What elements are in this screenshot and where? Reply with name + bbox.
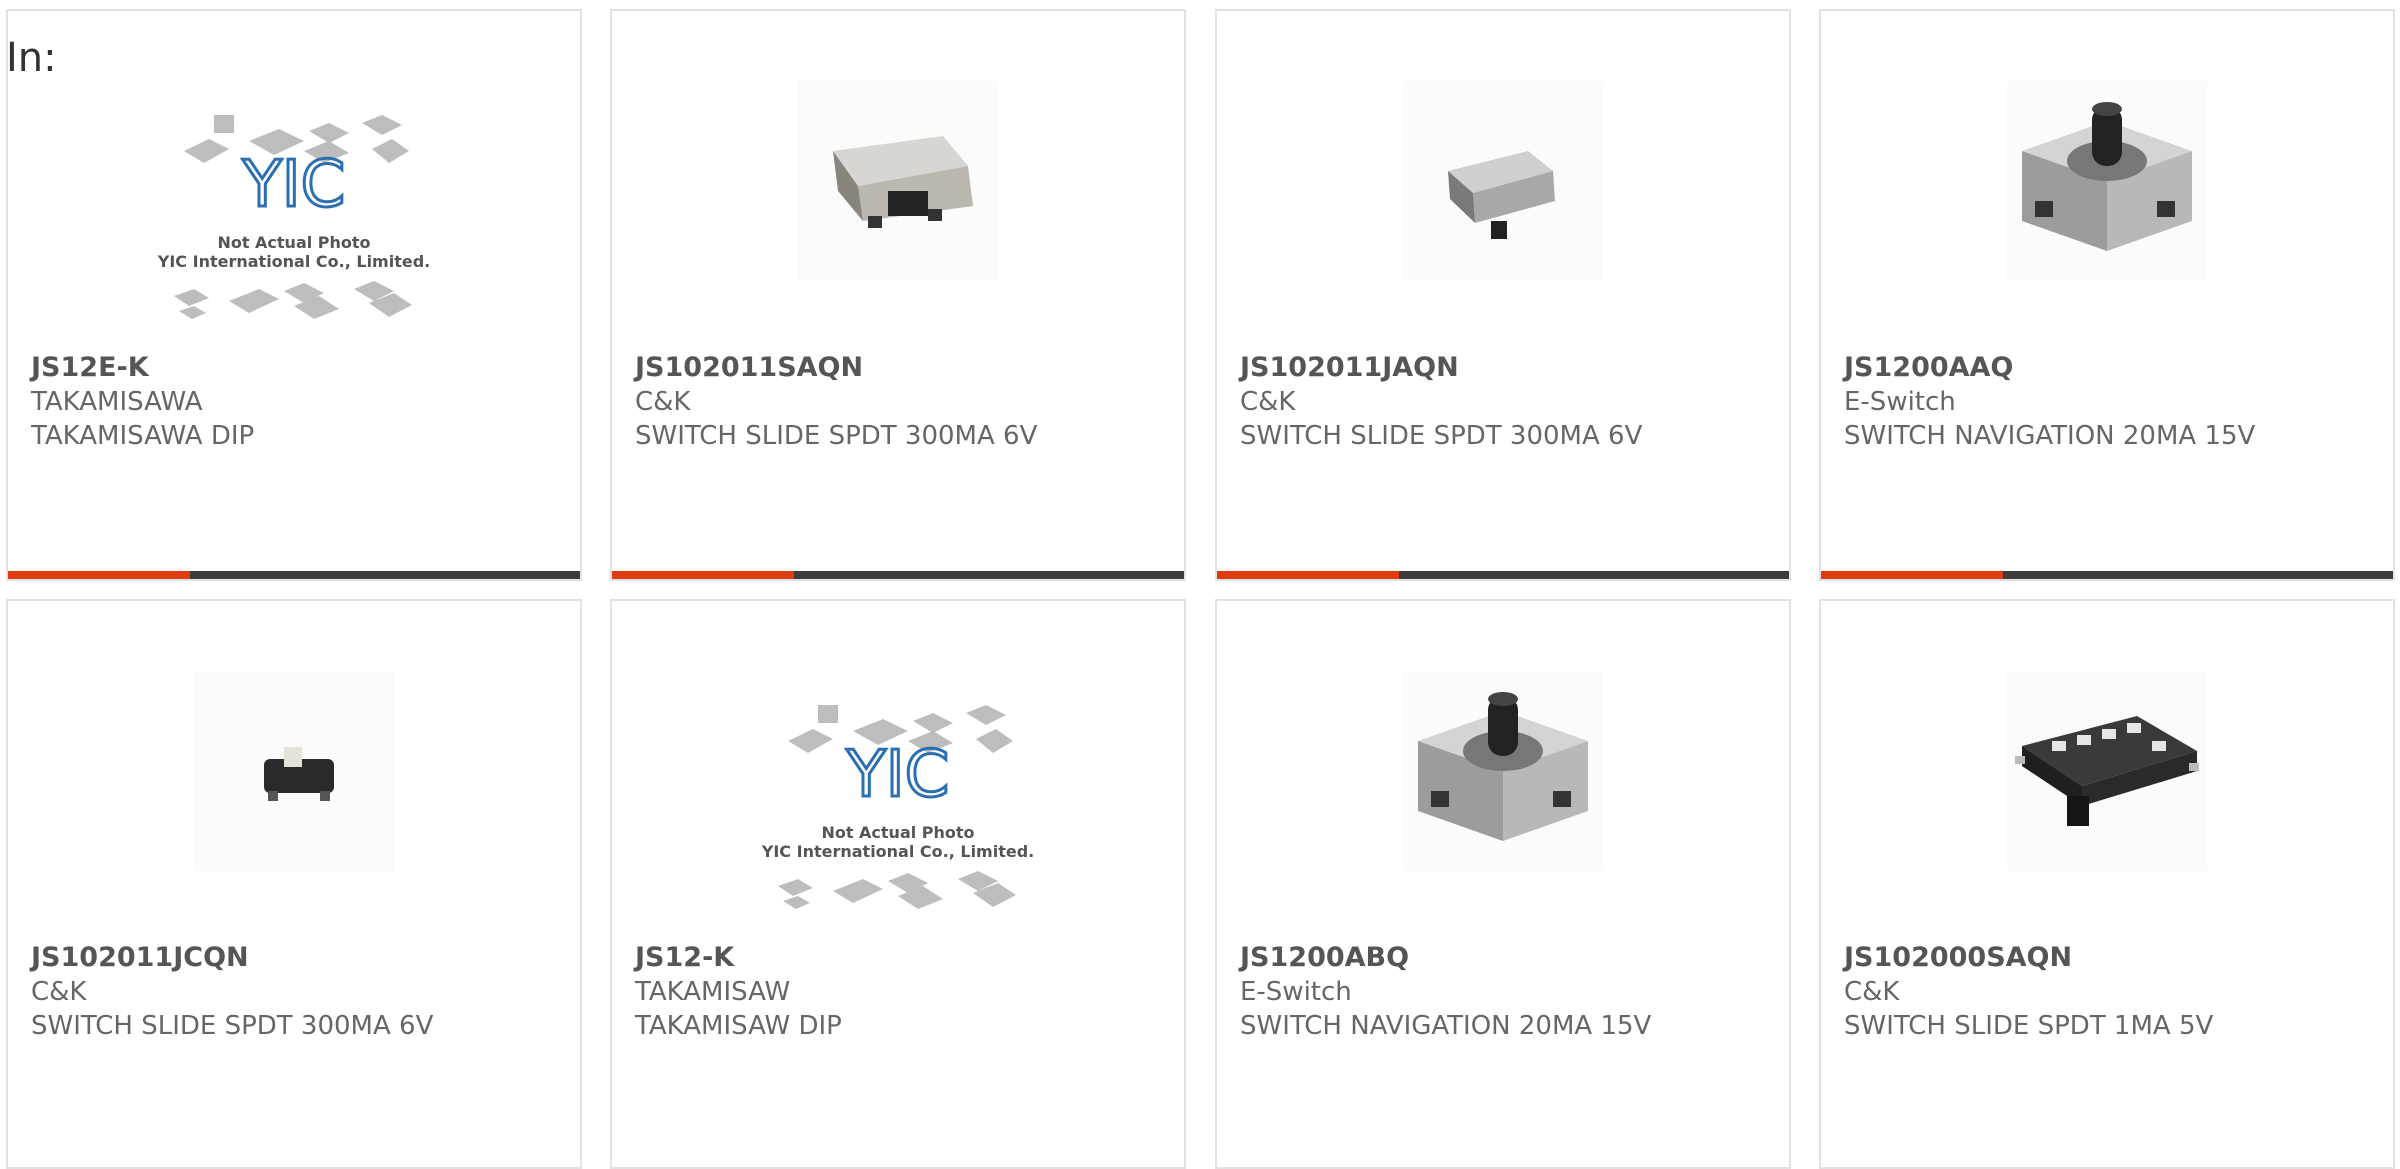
manufacturer: TAKAMISAW [635,977,791,1007]
description: SWITCH SLIDE SPDT 300MA 6V [31,1011,434,1041]
product-card-6[interactable]: YIC Not Actual Photo YIC International C… [610,599,1186,1169]
manufacturer: C&K [635,387,691,417]
svg-text:YIC: YIC [242,148,346,222]
navigation-switch-photo [2007,81,2207,281]
description: SWITCH SLIDE SPDT 1MA 5V [1844,1011,2214,1041]
card-bar [8,571,580,579]
product-card-2[interactable]: JS102011SAQN C&K SWITCH SLIDE SPDT 300MA… [610,9,1186,581]
product-card-8[interactable]: JS102000SAQN C&K SWITCH SLIDE SPDT 1MA 5… [1819,599,2395,1169]
mini-slide-switch-photo [194,671,394,871]
yic-placeholder-logo: YIC Not Actual Photo YIC International C… [154,101,434,341]
product-card-7[interactable]: JS1200ABQ E-Switch SWITCH NAVIGATION 20M… [1215,599,1791,1169]
description: SWITCH SLIDE SPDT 300MA 6V [1240,421,1643,451]
part-number[interactable]: JS102011JCQN [31,941,249,975]
product-card-4[interactable]: JS1200AAQ E-Switch SWITCH NAVIGATION 20M… [1819,9,2395,581]
part-number[interactable]: JS12E-K [31,351,149,385]
slide-switch-photo [798,81,998,281]
slide-switch-photo [1403,81,1603,281]
svg-text:YIC International Co., Limited: YIC International Co., Limited. [761,842,1034,861]
svg-text:YIC: YIC [846,738,950,812]
description: SWITCH SLIDE SPDT 300MA 6V [635,421,1038,451]
smd-slide-switch-photo [2007,671,2207,871]
product-card-1[interactable]: YIC Not Actual Photo YIC International C… [6,9,582,581]
manufacturer: C&K [1240,387,1296,417]
manufacturer: E-Switch [1844,387,1956,417]
part-number[interactable]: JS12-K [635,941,734,975]
product-card-5[interactable]: JS102011JCQN C&K SWITCH SLIDE SPDT 300MA… [6,599,582,1169]
description: TAKAMISAW DIP [635,1011,842,1041]
card-bar [1217,571,1789,579]
manufacturer: C&K [1844,977,1900,1007]
part-number[interactable]: JS1200AAQ [1844,351,2013,385]
svg-text:Not Actual Photo: Not Actual Photo [217,233,370,252]
svg-text:Not Actual Photo: Not Actual Photo [821,823,974,842]
manufacturer: TAKAMISAWA [31,387,203,417]
card-bar [1821,571,2393,579]
manufacturer: E-Switch [1240,977,1352,1007]
description: SWITCH NAVIGATION 20MA 15V [1844,421,2256,451]
navigation-switch-photo [1403,671,1603,871]
part-number[interactable]: JS102011SAQN [635,351,863,385]
yic-placeholder-logo: YIC Not Actual Photo YIC International C… [758,691,1038,931]
product-card-3[interactable]: JS102011JAQN C&K SWITCH SLIDE SPDT 300MA… [1215,9,1791,581]
description: TAKAMISAWA DIP [31,421,255,451]
part-number[interactable]: JS102011JAQN [1240,351,1459,385]
svg-text:YIC International Co., Limited: YIC International Co., Limited. [157,252,430,271]
description: SWITCH NAVIGATION 20MA 15V [1240,1011,1652,1041]
card-bar [612,571,1184,579]
manufacturer: C&K [31,977,87,1007]
part-number[interactable]: JS102000SAQN [1844,941,2072,975]
part-number[interactable]: JS1200ABQ [1240,941,1409,975]
filter-label: In: [6,35,57,81]
